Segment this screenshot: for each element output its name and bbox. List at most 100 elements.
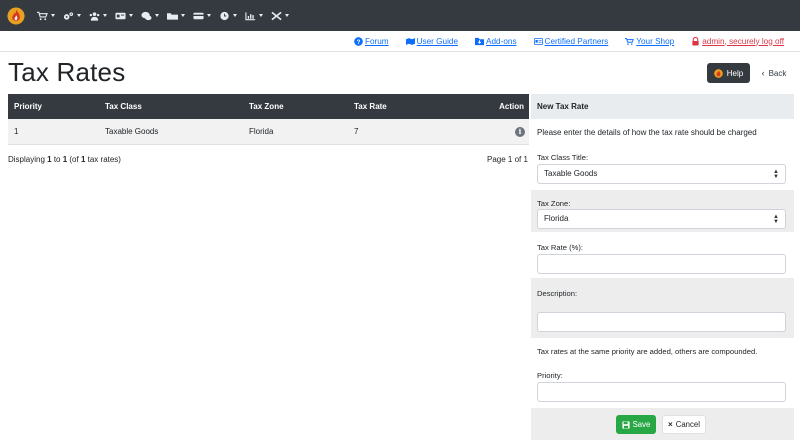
top-navbar	[0, 0, 800, 31]
info-icon[interactable]: i	[515, 127, 525, 137]
chevron-down-icon	[285, 14, 289, 17]
cell-priority: 1	[14, 127, 19, 136]
nav-payment-menu[interactable]	[193, 0, 211, 31]
select-arrows-icon: ▲ ▼	[773, 169, 779, 180]
tax-class-selected: Taxable Goods	[544, 169, 598, 178]
lock-icon	[692, 36, 699, 46]
addons-link-label: Add-ons	[486, 36, 517, 46]
save-button[interactable]: Save	[616, 415, 656, 434]
header-action: Action	[499, 102, 524, 111]
compound-note: Tax rates at the same priority are added…	[537, 347, 758, 356]
cart-icon	[37, 11, 48, 20]
priority-label: Priority:	[531, 371, 794, 380]
tax-zone-select[interactable]: Florida ▲ ▼	[537, 209, 786, 229]
svg-text:?: ?	[357, 38, 361, 45]
priority-input[interactable]	[537, 382, 786, 402]
payment-icon	[193, 12, 204, 19]
nav-reports-menu[interactable]	[245, 0, 263, 31]
wrench-icon	[271, 11, 282, 20]
floppy-disk-icon	[622, 420, 630, 429]
cancel-button[interactable]: × Cancel	[662, 415, 706, 434]
logoff-link[interactable]: admin, securely log off	[691, 36, 784, 46]
help-button[interactable]: Help	[707, 63, 750, 83]
select-arrows-icon: ▲ ▼	[773, 214, 779, 225]
panel-heading: New Tax Rate	[531, 94, 794, 119]
panel-instructions: Please enter the details of how the tax …	[537, 128, 757, 137]
download-folder-icon	[475, 37, 485, 45]
description-label: Description:	[537, 289, 578, 298]
back-button-label: Back	[768, 68, 787, 78]
chevron-down-icon	[233, 14, 237, 17]
table-row[interactable]: 1 Taxable Goods Florida 7 i	[8, 119, 529, 145]
priority-label-text: Priority:	[537, 371, 563, 380]
summary-to-word: to	[51, 155, 63, 164]
close-icon: ×	[668, 420, 673, 429]
cart-icon	[625, 37, 635, 45]
clock-icon	[220, 11, 229, 20]
addons-link[interactable]: Add-ons	[475, 37, 517, 46]
user-guide-link-label: User Guide	[416, 36, 459, 46]
chevron-down-icon	[259, 14, 263, 17]
your-shop-link[interactable]: Your Shop	[625, 37, 674, 46]
flame-logo-icon[interactable]	[7, 6, 25, 25]
your-shop-link-label: Your Shop	[636, 36, 675, 46]
tax-class-label-text: Tax Class Title:	[537, 153, 589, 162]
page-info: Page 1 of 1	[487, 155, 528, 164]
nav-admin-tools-menu[interactable]	[271, 0, 289, 31]
summary-suffix: tax rates)	[85, 155, 121, 164]
nav-customers-menu[interactable]	[89, 0, 107, 31]
forum-link[interactable]: ? Forum	[354, 37, 389, 46]
chevron-down-icon	[51, 14, 55, 17]
modules-icon	[115, 12, 126, 19]
flame-icon	[713, 68, 723, 78]
logoff-link-label: admin, securely log off	[702, 36, 784, 46]
chevron-down-icon	[207, 14, 211, 17]
header-tax-class[interactable]: Tax Class	[105, 94, 142, 119]
cell-tax-rate: 7	[354, 127, 359, 136]
certified-partners-link-label: Certified Partners	[544, 36, 609, 46]
forum-link-label: Forum	[364, 36, 389, 46]
chevron-down-icon	[103, 14, 107, 17]
cell-tax-zone: Florida	[249, 127, 274, 136]
new-tax-rate-panel: New Tax Rate Please enter the details of…	[531, 94, 794, 440]
nav-catalog-menu[interactable]	[37, 0, 55, 31]
folder-icon	[167, 12, 178, 20]
tax-rate-label: Tax Rate (%):	[531, 243, 794, 252]
tax-class-select[interactable]: Taxable Goods ▲ ▼	[537, 164, 786, 184]
description-input[interactable]	[537, 312, 786, 332]
header-tax-rate[interactable]: Tax Rate	[354, 94, 387, 119]
certified-partners-link[interactable]: Certified Partners	[533, 36, 609, 46]
nav-tools-menu[interactable]	[141, 0, 159, 31]
pagination-summary: Displaying 1 to 1 (of 1 tax rates)	[8, 155, 121, 164]
chevron-left-icon: ‹	[761, 68, 765, 78]
question-circle-icon: ?	[354, 36, 363, 46]
save-button-label: Save	[632, 420, 651, 429]
chevron-down-icon	[155, 14, 159, 17]
nav-folder-menu[interactable]	[167, 0, 185, 31]
tax-rate-input[interactable]	[537, 254, 786, 274]
cancel-button-label: Cancel	[675, 420, 700, 429]
chevron-down-icon	[129, 14, 133, 17]
help-button-label: Help	[726, 68, 744, 78]
nav-configuration-menu[interactable]	[63, 0, 81, 31]
reports-icon	[245, 11, 256, 20]
users-icon	[89, 11, 100, 21]
chevron-down-icon	[181, 14, 185, 17]
summary-of: (of	[67, 155, 81, 164]
gears-icon	[63, 11, 74, 20]
tax-zone-selected: Florida	[544, 214, 569, 223]
back-button[interactable]: ‹ Back	[756, 63, 792, 83]
tax-zone-label: Tax Zone:	[537, 199, 571, 208]
nav-localization-menu[interactable]	[219, 0, 237, 31]
user-guide-link[interactable]: User Guide	[405, 36, 459, 46]
header-priority[interactable]: Priority	[14, 94, 42, 119]
summary-prefix: Displaying	[8, 155, 48, 164]
nav-modules-menu[interactable]	[115, 0, 133, 31]
tax-class-label: Tax Class Title:	[531, 153, 794, 162]
map-icon	[405, 37, 415, 45]
tax-rates-table-header: Priority Tax Class Tax Zone Tax Rate Act…	[8, 94, 529, 119]
page-title: Tax Rates	[8, 57, 126, 87]
tools-icon	[141, 11, 152, 20]
header-tax-zone[interactable]: Tax Zone	[249, 94, 284, 119]
chevron-down-icon	[77, 14, 81, 17]
